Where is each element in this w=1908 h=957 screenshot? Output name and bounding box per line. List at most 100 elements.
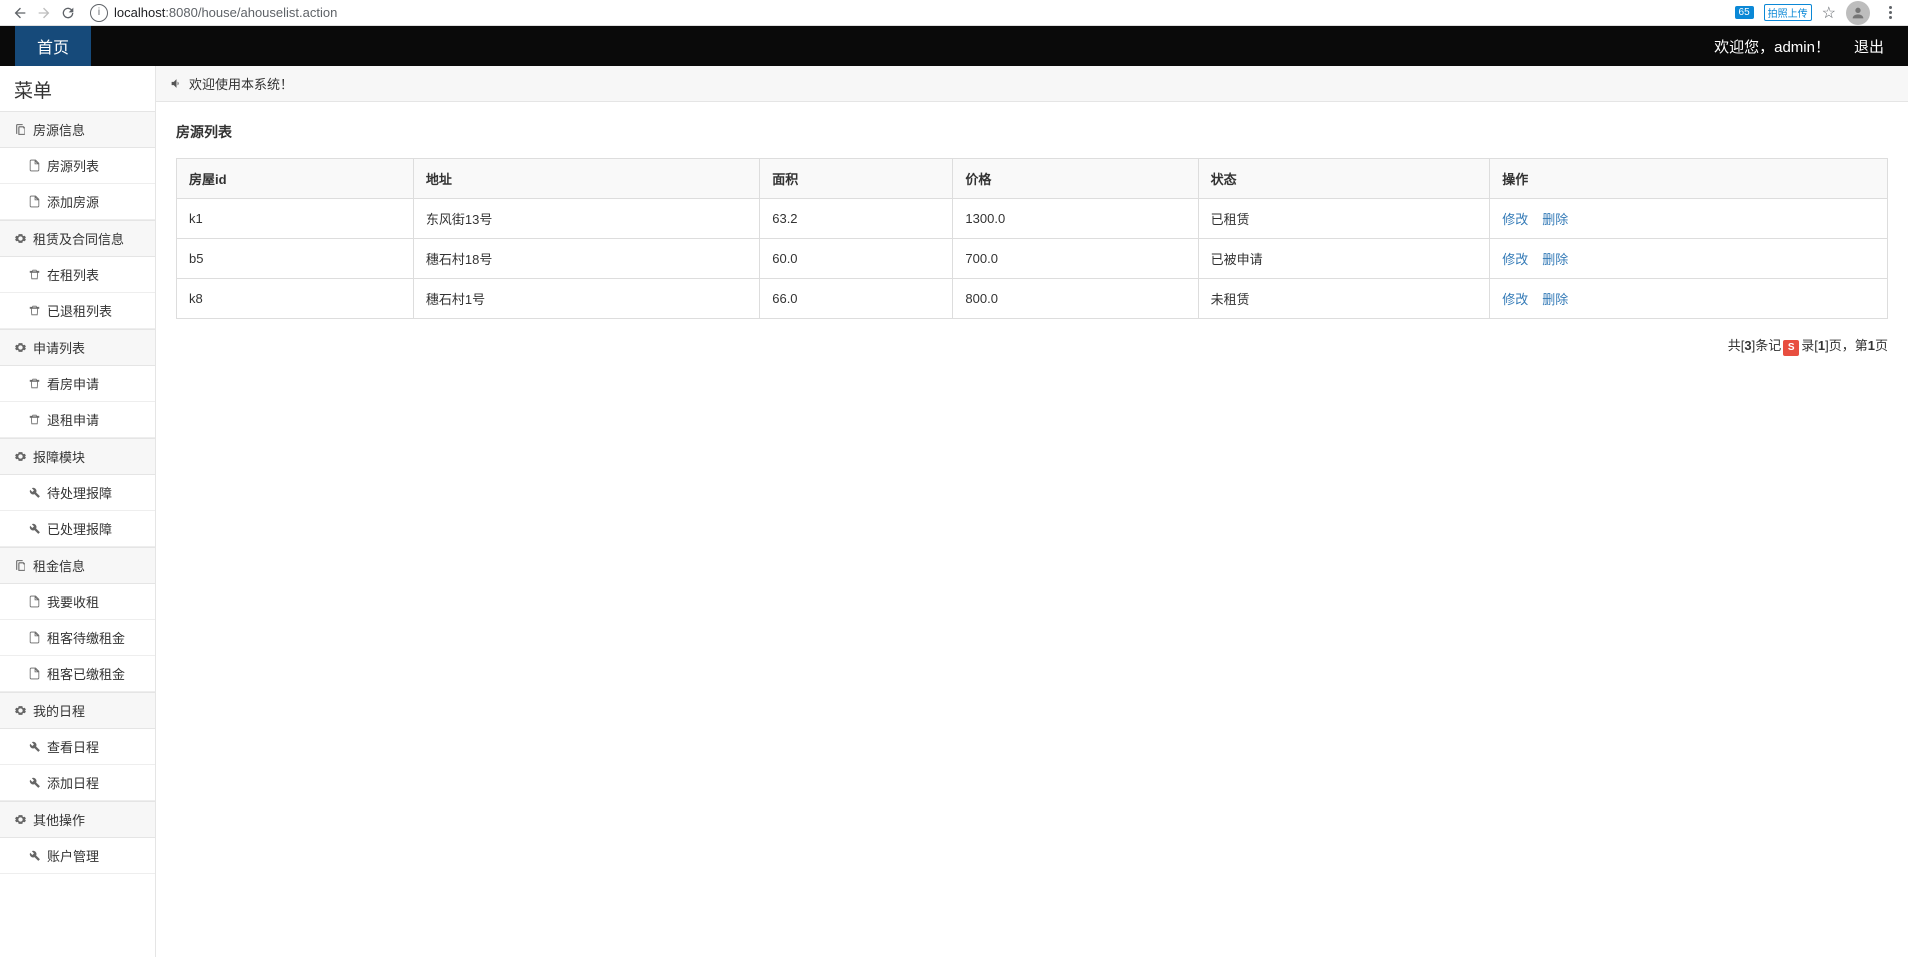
menu-item[interactable]: 退租申请 [0, 402, 155, 438]
menu-item[interactable]: 房源列表 [0, 148, 155, 184]
menu-group[interactable]: 报障模块 [0, 438, 155, 475]
menu-group[interactable]: 租赁及合同信息 [0, 220, 155, 257]
extension-badge[interactable]: 65 [1735, 6, 1754, 19]
menu-item[interactable]: 在租列表 [0, 257, 155, 293]
table-cell: 穗石村18号 [413, 239, 759, 279]
table-cell: 穗石村1号 [413, 279, 759, 319]
edit-link[interactable]: 修改 [1502, 212, 1528, 227]
table-row: k8穗石村1号66.0800.0未租赁修改删除 [177, 279, 1888, 319]
table-cell: 800.0 [953, 279, 1198, 319]
wrench-icon [28, 776, 41, 789]
menu-item-label: 已退租列表 [47, 301, 112, 320]
menu-item[interactable]: 已处理报障 [0, 511, 155, 547]
forward-button[interactable] [32, 1, 56, 25]
table-header: 面积 [760, 159, 953, 199]
logout-link[interactable]: 退出 [1854, 36, 1884, 57]
table-cell-actions: 修改删除 [1490, 239, 1888, 279]
table-cell: 63.2 [760, 199, 953, 239]
table-cell: k1 [177, 199, 414, 239]
delete-link[interactable]: 删除 [1542, 252, 1568, 267]
extension-label[interactable]: 拍照上传 [1764, 4, 1812, 21]
gear-icon [14, 704, 27, 717]
profile-avatar-icon[interactable] [1846, 1, 1870, 25]
file-icon [28, 195, 41, 208]
menu-group[interactable]: 房源信息 [0, 111, 155, 148]
menu-group[interactable]: 租金信息 [0, 547, 155, 584]
bookmark-icon[interactable]: ☆ [1822, 3, 1836, 23]
welcome-text: 欢迎您，admin！ [1714, 36, 1830, 57]
browser-address-bar: i localhost:8080/house/ahouselist.action… [0, 0, 1908, 26]
table-cell: 1300.0 [953, 199, 1198, 239]
back-button[interactable] [8, 1, 32, 25]
gear-icon [14, 813, 27, 826]
notice-bar: 欢迎使用本系统！ [156, 66, 1908, 102]
edit-link[interactable]: 修改 [1502, 252, 1528, 267]
menu-item-label: 租客待缴租金 [47, 628, 125, 647]
menu-item[interactable]: 我要收租 [0, 584, 155, 620]
table-cell: 已租赁 [1198, 199, 1490, 239]
menu-item-label: 退租申请 [47, 410, 99, 429]
delete-link[interactable]: 删除 [1542, 212, 1568, 227]
menu-group[interactable]: 申请列表 [0, 329, 155, 366]
table-header: 操作 [1490, 159, 1888, 199]
table-header: 房屋id [177, 159, 414, 199]
notice-text: 欢迎使用本系统！ [189, 74, 293, 93]
menu-group-label: 申请列表 [33, 338, 85, 357]
table-header: 价格 [953, 159, 1198, 199]
sogou-ime-icon: S [1783, 340, 1799, 356]
house-table: 房屋id地址面积价格状态操作 k1东风街13号63.21300.0已租赁修改删除… [176, 158, 1888, 319]
table-cell: 未租赁 [1198, 279, 1490, 319]
site-info-icon[interactable]: i [90, 4, 108, 22]
browser-menu-icon[interactable] [1880, 6, 1900, 19]
menu-item-label: 租客已缴租金 [47, 664, 125, 683]
menu-group[interactable]: 其他操作 [0, 801, 155, 838]
top-navigation: 首页 欢迎您，admin！ 退出 [0, 26, 1908, 66]
content-area: 欢迎使用本系统！ 房源列表 房屋id地址面积价格状态操作 k1东风街13号63.… [156, 66, 1908, 957]
gear-icon [14, 450, 27, 463]
reload-button[interactable] [56, 1, 80, 25]
gear-icon [14, 341, 27, 354]
table-row: b5穗石村18号60.0700.0已被申请修改删除 [177, 239, 1888, 279]
table-cell: k8 [177, 279, 414, 319]
files-icon [14, 123, 27, 136]
table-cell: 66.0 [760, 279, 953, 319]
menu-item-label: 添加房源 [47, 192, 99, 211]
table-cell: 东风街13号 [413, 199, 759, 239]
menu-item[interactable]: 账户管理 [0, 838, 155, 874]
menu-group[interactable]: 我的日程 [0, 692, 155, 729]
wrench-icon [28, 740, 41, 753]
home-tab[interactable]: 首页 [15, 26, 91, 66]
url-display[interactable]: localhost:8080/house/ahouselist.action [114, 5, 337, 20]
delete-link[interactable]: 删除 [1542, 292, 1568, 307]
table-cell-actions: 修改删除 [1490, 199, 1888, 239]
table-cell: 已被申请 [1198, 239, 1490, 279]
menu-item-label: 看房申请 [47, 374, 99, 393]
table-cell: 700.0 [953, 239, 1198, 279]
trash-icon [28, 377, 41, 390]
menu-group-label: 我的日程 [33, 701, 85, 720]
table-row: k1东风街13号63.21300.0已租赁修改删除 [177, 199, 1888, 239]
menu-item[interactable]: 看房申请 [0, 366, 155, 402]
menu-item[interactable]: 已退租列表 [0, 293, 155, 329]
sidebar-title: 菜单 [0, 66, 155, 111]
edit-link[interactable]: 修改 [1502, 292, 1528, 307]
menu-group-label: 其他操作 [33, 810, 85, 829]
menu-item[interactable]: 添加房源 [0, 184, 155, 220]
menu-item-label: 查看日程 [47, 737, 99, 756]
page-title: 房源列表 [176, 122, 1888, 142]
menu-group-label: 房源信息 [33, 120, 85, 139]
menu-item[interactable]: 添加日程 [0, 765, 155, 801]
menu-item-label: 账户管理 [47, 846, 99, 865]
menu-item[interactable]: 租客待缴租金 [0, 620, 155, 656]
table-header: 地址 [413, 159, 759, 199]
menu-item[interactable]: 查看日程 [0, 729, 155, 765]
wrench-icon [28, 849, 41, 862]
menu-item[interactable]: 租客已缴租金 [0, 656, 155, 692]
wrench-icon [28, 486, 41, 499]
table-cell: 60.0 [760, 239, 953, 279]
trash-icon [28, 268, 41, 281]
pagination: 共[3]条记S录[1]页，第1页 [176, 335, 1888, 356]
table-cell-actions: 修改删除 [1490, 279, 1888, 319]
menu-item[interactable]: 待处理报障 [0, 475, 155, 511]
file-icon [28, 667, 41, 680]
